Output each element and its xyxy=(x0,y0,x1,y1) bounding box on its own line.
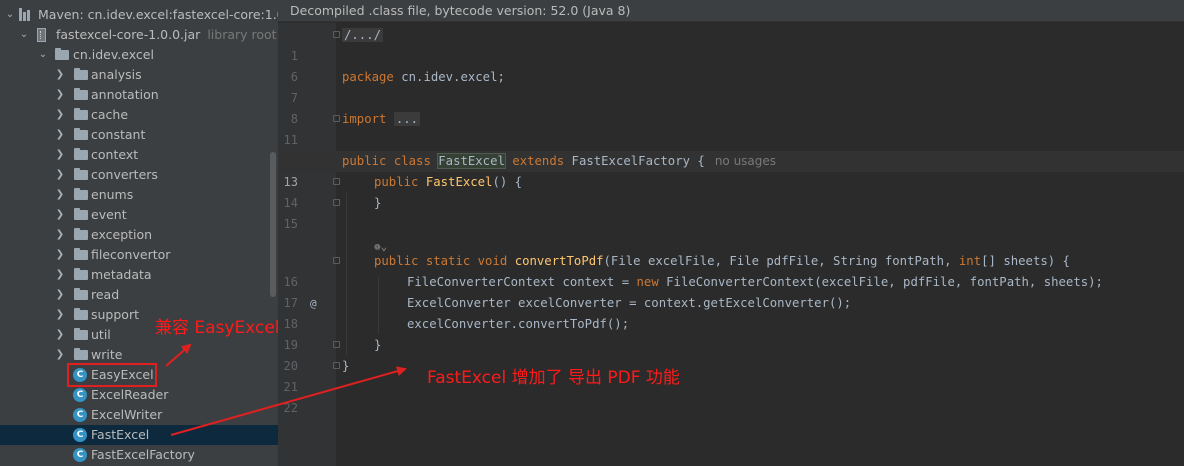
arrow-to-compat-note xyxy=(165,343,192,367)
arrow-to-pdf-note xyxy=(170,366,407,436)
annotation-arrows xyxy=(165,343,407,436)
